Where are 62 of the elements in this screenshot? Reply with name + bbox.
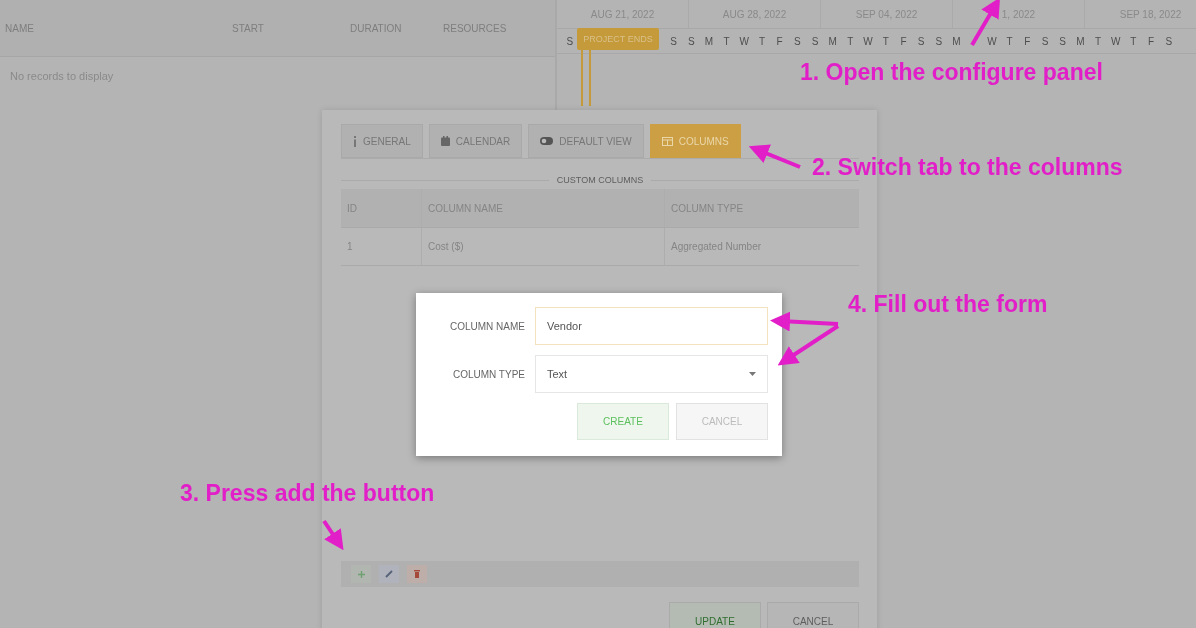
day-label: S [793, 35, 802, 47]
day-label: S [565, 35, 575, 47]
tab[interactable]: COLUMNS [649, 124, 741, 158]
day-label: F [775, 35, 784, 47]
arrow [322, 519, 344, 551]
day-label: T [757, 35, 766, 47]
plus-icon [357, 570, 365, 578]
day-label: T [722, 35, 731, 47]
day-label: S [810, 35, 820, 47]
day-label: S [916, 35, 926, 47]
day-label: T [881, 35, 890, 47]
info-icon [353, 135, 357, 147]
day-label: M [827, 35, 838, 47]
delete-button[interactable] [407, 565, 427, 583]
day-label: T [1093, 35, 1103, 47]
day-label: W [986, 35, 998, 47]
day-label: W [738, 35, 750, 47]
edit-button[interactable] [379, 565, 399, 583]
day-label: M [951, 35, 962, 47]
day-label: F [899, 35, 908, 47]
cancel-button[interactable]: CANCEL [676, 403, 768, 440]
table-icon [661, 136, 673, 146]
day-label: S [1040, 35, 1050, 47]
day-label: T [1005, 35, 1014, 47]
field-label: COLUMN TYPE [451, 368, 525, 380]
field-label: COLUMN NAME [449, 320, 525, 332]
day-label: W [862, 35, 874, 47]
day-label: T [846, 35, 855, 47]
add-button[interactable] [351, 565, 371, 583]
task-bar[interactable]: PROJECT ENDS [577, 28, 659, 50]
annotation-text: 4. Fill out the form [848, 291, 1048, 318]
annotation-text: 2. Switch tab to the columns [812, 154, 1123, 181]
tab[interactable]: GENERAL [341, 124, 423, 158]
day-label: S [934, 35, 944, 47]
annotation-text: 3. Press add the button [180, 480, 435, 507]
day-label: S [669, 35, 678, 47]
day-label: S [1058, 35, 1067, 47]
day-label: M [703, 35, 715, 47]
day-label: F [1023, 35, 1032, 47]
arrow [970, 0, 1001, 46]
annotation-text: 1. Open the configure panel [800, 59, 1103, 86]
day-label: S [1164, 35, 1174, 47]
caret-icon [749, 372, 756, 376]
day-label: T [1129, 35, 1138, 47]
calendar-icon [440, 136, 450, 146]
arrow [748, 144, 801, 169]
day-label: M [1075, 35, 1086, 47]
section-title: CUSTOM COLUMNS [556, 175, 644, 185]
pencil-icon [385, 570, 393, 578]
trash-icon [414, 570, 420, 578]
day-label: F [1147, 35, 1156, 47]
dropdown[interactable]: Text [535, 355, 768, 393]
tab[interactable]: DEFAULT VIEW [528, 124, 644, 158]
project-end-line [581, 50, 591, 106]
tab[interactable]: CALENDAR [428, 124, 523, 158]
text-field[interactable]: Vendor [535, 307, 768, 345]
cancel-button[interactable]: CANCEL [767, 602, 859, 628]
create-button[interactable]: CREATE [577, 403, 669, 440]
update-button[interactable]: UPDATE [669, 602, 761, 628]
day-label: S [686, 35, 696, 47]
day-label: W [1110, 35, 1122, 47]
toggle-icon [540, 137, 554, 145]
